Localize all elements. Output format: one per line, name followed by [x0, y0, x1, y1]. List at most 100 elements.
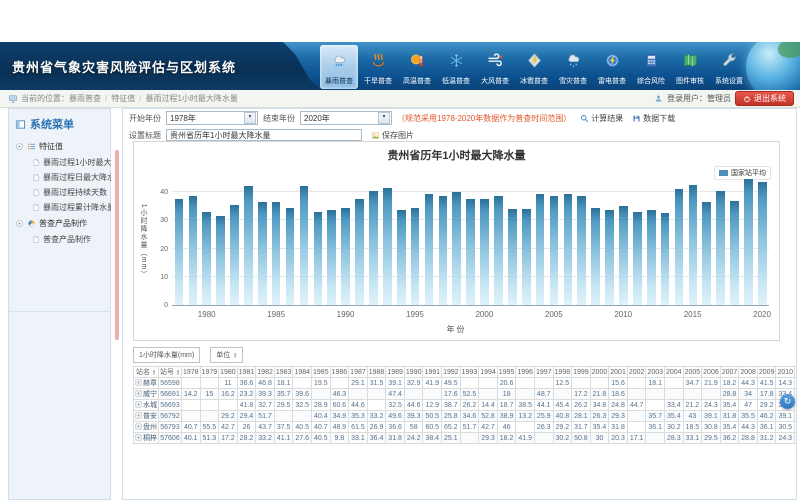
sidebar-item-hourly-max-precip[interactable]: 暴雨过程1小时最大降水量 — [9, 155, 110, 170]
data-table: 站名▲▼站号▲▼19781979198019811982198319841985… — [133, 366, 796, 444]
chart-title-input[interactable] — [166, 129, 362, 141]
year-value-cell: 52.5 — [460, 389, 479, 400]
year-value-cell: 40.4 — [312, 411, 331, 422]
logout-button[interactable]: 退出系统 — [735, 91, 794, 106]
header-row: 站名▲▼站号▲▼19781979198019811982198319841985… — [134, 367, 797, 378]
breadcrumb-seg-3[interactable]: 暴雨过程1小时最大降水量 — [145, 93, 237, 104]
year-value-cell: 23.2 — [237, 389, 256, 400]
nav-item-drought[interactable]: 干旱普查 — [359, 45, 397, 89]
app-header: 贵州省气象灾害风险评估与区划系统 暴雨普查 干旱普查 高温普查 低温普查 大风普… — [0, 42, 800, 90]
sidebar-item-daily-max-precip[interactable]: 暴雨过程日最大降水量 — [9, 170, 110, 185]
breadcrumb-prefix: 当前的位置： — [21, 93, 69, 104]
row-expand-icon[interactable] — [135, 423, 142, 430]
risk-calculator-icon — [643, 52, 660, 76]
nav-item-rainstorm[interactable]: 暴雨普查 — [320, 45, 358, 89]
page-icon — [32, 188, 40, 197]
nav-item-map-review[interactable]: 图件审核 — [671, 45, 709, 89]
year-value-cell: 34.6 — [460, 411, 479, 422]
year-value-cell: 29.5 — [274, 400, 293, 411]
bar-2016 — [702, 202, 711, 305]
year-value-cell: 26.9 — [367, 422, 386, 433]
year-value-cell: 17.8 — [757, 389, 776, 400]
year-value-cell: 52.8 — [479, 411, 498, 422]
x-axis-tick-label: 1990 — [337, 310, 355, 319]
year-value-cell: 58 — [404, 422, 423, 433]
calculate-button[interactable]: 计算结果 — [580, 113, 623, 124]
x-axis-tick-label: 1980 — [198, 310, 216, 319]
bar-2010 — [619, 206, 628, 305]
app-title: 贵州省气象灾害风险评估与区划系统 — [0, 57, 236, 76]
year-value-cell: 51.7 — [256, 411, 275, 422]
sort-arrows-icon: ▲▼ — [152, 369, 156, 375]
value-type-chip[interactable]: 1小时降水量(mm) — [133, 347, 200, 363]
nav-item-settings[interactable]: 系统设置 — [710, 45, 748, 89]
start-year-select[interactable]: 1978年 ▾ — [166, 111, 258, 125]
nav-item-wind[interactable]: 大风普查 — [476, 45, 514, 89]
year-value-cell — [460, 433, 479, 444]
page-icon — [32, 158, 40, 167]
row-expand-icon[interactable] — [135, 379, 142, 386]
year-value-cell: 42.7 — [479, 422, 498, 433]
station-id-header[interactable]: 站号▲▼ — [159, 367, 182, 378]
year-value-cell: 40.5 — [312, 433, 331, 444]
year-header: 1997 — [534, 367, 553, 378]
bar-2002 — [508, 209, 517, 305]
app-title-block: 贵州省气象灾害风险评估与区划系统 — [0, 42, 322, 90]
sidebar-group-product-making[interactable]: 普查产品制作 — [9, 215, 110, 232]
row-expand-icon[interactable] — [135, 390, 142, 397]
top-nav: 暴雨普查 干旱普查 高温普查 低温普查 大风普查 冰雹普查 — [320, 45, 748, 89]
table-row: 威宁5669114.21516.223.239.335.739.646.347.… — [134, 389, 797, 400]
year-header: 1993 — [460, 367, 479, 378]
bar-slot — [408, 178, 422, 305]
nav-item-high-temp[interactable]: 高温普查 — [398, 45, 436, 89]
nav-item-hail[interactable]: 冰雹普查 — [515, 45, 553, 89]
sort-arrows-icon: ▲▼ — [176, 369, 180, 375]
breadcrumb-seg-1[interactable]: 暴雨普查 — [69, 93, 101, 104]
bar-1986 — [286, 208, 295, 305]
unit-chip[interactable]: 单位 ▲▼ — [210, 347, 243, 363]
year-value-cell — [200, 400, 219, 411]
sidebar-item-product-making[interactable]: 普查产品制作 — [9, 232, 110, 247]
bar-1981 — [216, 216, 225, 305]
row-expand-icon[interactable] — [135, 412, 142, 419]
year-value-cell: 36.4 — [367, 433, 386, 444]
year-value-cell — [200, 411, 219, 422]
x-axis-title: 年份 — [447, 324, 467, 335]
nav-item-risk[interactable]: 综合风险 — [632, 45, 670, 89]
year-value-cell: 18 — [497, 389, 516, 400]
bar-1991 — [355, 199, 364, 305]
pie-icon — [27, 219, 36, 228]
nav-item-lightning[interactable]: 雷电普查 — [593, 45, 631, 89]
x-axis-tick-label: 2005 — [545, 310, 563, 319]
year-value-cell: 30.2 — [665, 422, 684, 433]
scrollbar-thumb[interactable] — [115, 150, 119, 340]
year-value-cell: 32.5 — [293, 400, 312, 411]
bar-1982 — [230, 205, 239, 305]
bar-1992 — [369, 191, 378, 305]
year-value-cell: 44.7 — [627, 400, 646, 411]
nav-item-snow[interactable]: 雪灾普查 — [554, 45, 592, 89]
row-expand-icon[interactable] — [135, 401, 142, 408]
save-image-button[interactable]: 保存图片 — [371, 130, 414, 141]
nav-item-low-temp[interactable]: 低温普查 — [437, 45, 475, 89]
breadcrumb-seg-2[interactable]: 特征值 — [111, 93, 135, 104]
sidebar-item-cumulative-precip[interactable]: 暴雨过程累计降水量 — [9, 200, 110, 215]
row-expand-icon[interactable] — [135, 434, 142, 441]
bar-1978 — [175, 199, 184, 305]
bar-2004 — [536, 194, 545, 305]
year-value-cell — [627, 389, 646, 400]
year-value-cell: 14.3 — [776, 378, 795, 389]
expand-icon — [15, 219, 24, 228]
year-value-cell — [330, 378, 349, 389]
sidebar-item-duration-days[interactable]: 暴雨过程持续天数 — [9, 185, 110, 200]
download-button[interactable]: 数据下载 — [632, 113, 675, 124]
settings-wrench-icon — [721, 52, 738, 76]
refresh-float-button[interactable]: ↻ — [780, 394, 795, 409]
station-name-header[interactable]: 站名▲▼ — [134, 367, 159, 378]
bar-1990 — [341, 208, 350, 305]
bar-1984 — [258, 202, 267, 305]
end-year-select[interactable]: 2020年 ▾ — [300, 111, 392, 125]
year-value-cell: 16.2 — [219, 389, 238, 400]
sidebar-group-feature-values[interactable]: 特征值 — [9, 138, 110, 155]
menu-window-icon — [15, 119, 26, 130]
